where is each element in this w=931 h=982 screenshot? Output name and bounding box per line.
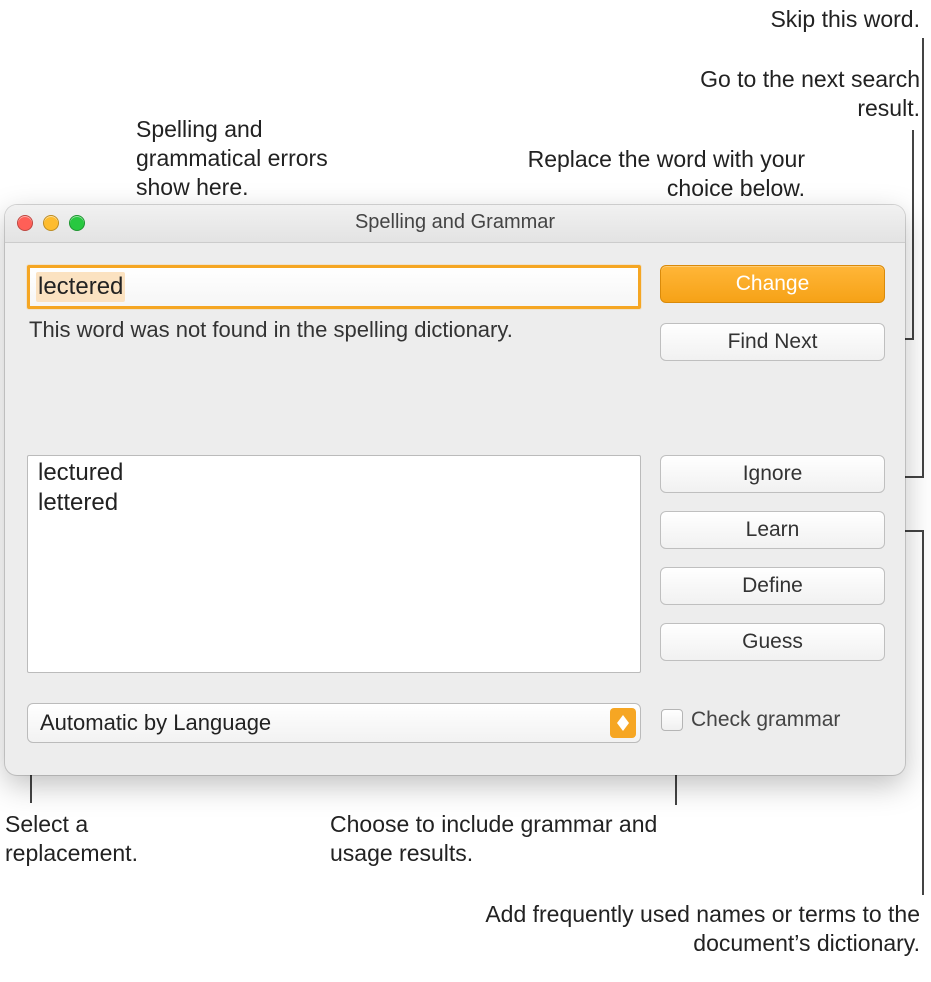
callout-next-result: Go to the next search result. xyxy=(640,65,920,123)
window-titlebar: Spelling and Grammar xyxy=(5,205,905,243)
language-select[interactable]: Automatic by Language xyxy=(27,703,641,743)
check-grammar-checkbox[interactable]: Check grammar xyxy=(661,708,840,732)
learn-button[interactable]: Learn xyxy=(660,511,885,549)
suggestions-list[interactable]: lectured lettered xyxy=(27,455,641,673)
error-word-field[interactable]: lectered xyxy=(27,265,641,309)
window-title: Spelling and Grammar xyxy=(5,211,905,234)
guess-button[interactable]: Guess xyxy=(660,623,885,661)
define-button[interactable]: Define xyxy=(660,567,885,605)
spelling-grammar-window: Spelling and Grammar lectered This word … xyxy=(5,205,905,775)
error-word-note: This word was not found in the spelling … xyxy=(29,317,513,343)
updown-arrows-icon xyxy=(610,708,636,738)
callout-select-replacement: Select a replacement. xyxy=(5,810,225,868)
callout-spelling-errors: Spelling and grammatical errors show her… xyxy=(136,115,356,201)
list-item[interactable]: lectured xyxy=(28,458,640,488)
error-word-value: lectered xyxy=(36,272,125,302)
language-select-value: Automatic by Language xyxy=(40,710,271,736)
checkbox-icon xyxy=(661,709,683,731)
callout-replace-word: Replace the word with your choice below. xyxy=(490,145,805,203)
callout-line xyxy=(922,530,924,895)
list-item[interactable]: lettered xyxy=(28,488,640,518)
callout-include-grammar: Choose to include grammar and usage resu… xyxy=(330,810,670,868)
callout-skip-word: Skip this word. xyxy=(640,5,920,34)
check-grammar-label: Check grammar xyxy=(691,708,840,732)
callout-line xyxy=(912,130,914,340)
ignore-button[interactable]: Ignore xyxy=(660,455,885,493)
callout-line xyxy=(922,38,924,478)
callout-learn-terms: Add frequently used names or terms to th… xyxy=(390,900,920,958)
find-next-button[interactable]: Find Next xyxy=(660,323,885,361)
change-button[interactable]: Change xyxy=(660,265,885,303)
